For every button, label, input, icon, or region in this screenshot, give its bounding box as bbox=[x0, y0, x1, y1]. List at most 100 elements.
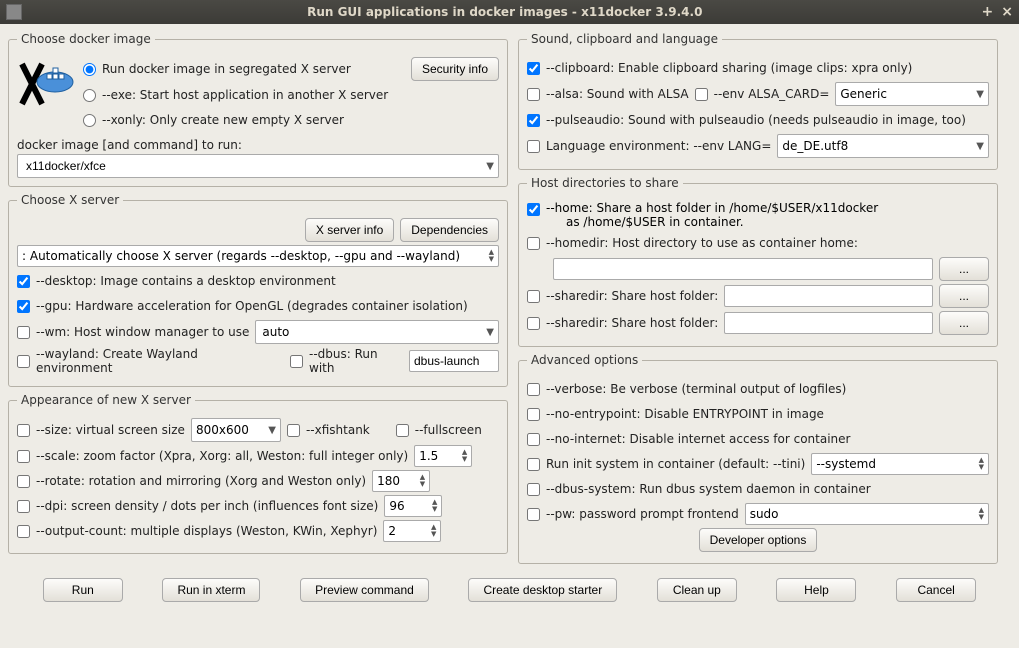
xfishtank-checkbox[interactable] bbox=[287, 424, 300, 437]
dbussys-label: --dbus-system: Run dbus system daemon in… bbox=[546, 482, 871, 496]
pulseaudio-checkbox[interactable] bbox=[527, 114, 540, 127]
wm-label: --wm: Host window manager to use bbox=[36, 325, 249, 339]
size-value: 800x600 bbox=[196, 423, 264, 437]
xserver-auto-select[interactable]: : Automatically choose X server (regards… bbox=[17, 245, 499, 267]
wm-combo[interactable]: auto ▼ bbox=[255, 320, 499, 344]
hostdirs-legend: Host directories to share bbox=[527, 176, 683, 190]
gpu-checkbox[interactable] bbox=[17, 300, 30, 313]
scale-value: 1.5 bbox=[419, 449, 462, 463]
init-checkbox[interactable] bbox=[527, 458, 540, 471]
appearance-legend: Appearance of new X server bbox=[17, 393, 195, 407]
chevron-down-icon[interactable]: ▼ bbox=[972, 141, 984, 152]
dpi-spinner[interactable]: 96 ▲▼ bbox=[384, 495, 442, 517]
docker-cmd-label: docker image [and command] to run: bbox=[17, 138, 499, 152]
chevron-down-icon[interactable]: ▼ bbox=[482, 327, 494, 338]
docker-image-combo[interactable]: ▼ bbox=[17, 154, 499, 178]
run-xterm-button[interactable]: Run in xterm bbox=[162, 578, 260, 602]
pw-select[interactable]: sudo ▲▼ bbox=[745, 503, 989, 525]
fullscreen-checkbox[interactable] bbox=[396, 424, 409, 437]
chevron-down-icon[interactable]: ▼ bbox=[972, 89, 984, 100]
init-select[interactable]: --systemd ▲▼ bbox=[811, 453, 989, 475]
verbose-label: --verbose: Be verbose (terminal output o… bbox=[546, 382, 846, 396]
lang-label: Language environment: --env LANG= bbox=[546, 139, 771, 153]
run-button[interactable]: Run bbox=[43, 578, 123, 602]
nointernet-label: --no-internet: Disable internet access f… bbox=[546, 432, 850, 446]
dependencies-button[interactable]: Dependencies bbox=[400, 218, 499, 242]
rotate-label: --rotate: rotation and mirroring (Xorg a… bbox=[36, 474, 366, 488]
dbus-label: --dbus: Run with bbox=[309, 347, 403, 375]
rotate-value: 180 bbox=[377, 474, 420, 488]
xserver-info-button[interactable]: X server info bbox=[305, 218, 394, 242]
pw-checkbox[interactable] bbox=[527, 508, 540, 521]
developer-options-button[interactable]: Developer options bbox=[699, 528, 818, 552]
gpu-label: --gpu: Hardware acceleration for OpenGL … bbox=[36, 299, 468, 313]
chevron-down-icon[interactable]: ▼ bbox=[482, 161, 494, 172]
noentry-checkbox[interactable] bbox=[527, 408, 540, 421]
scale-spinner[interactable]: 1.5 ▲▼ bbox=[414, 445, 472, 467]
advanced-options-group: Advanced options --verbose: Be verbose (… bbox=[518, 353, 998, 564]
help-button[interactable]: Help bbox=[776, 578, 856, 602]
minimize-icon[interactable]: + bbox=[982, 4, 994, 20]
size-checkbox[interactable] bbox=[17, 424, 30, 437]
homedir-checkbox[interactable] bbox=[527, 237, 540, 250]
homedir-input[interactable] bbox=[553, 258, 933, 280]
rotate-checkbox[interactable] bbox=[17, 475, 30, 488]
create-starter-button[interactable]: Create desktop starter bbox=[468, 578, 617, 602]
dpi-label: --dpi: screen density / dots per inch (i… bbox=[36, 499, 378, 513]
sharedir1-label: --sharedir: Share host folder: bbox=[546, 289, 718, 303]
dbussys-checkbox[interactable] bbox=[527, 483, 540, 496]
security-info-button[interactable]: Security info bbox=[411, 57, 499, 81]
clipboard-checkbox[interactable] bbox=[527, 62, 540, 75]
homedir-browse-button[interactable]: ... bbox=[939, 257, 989, 281]
alsa-card-combo[interactable]: Generic ▼ bbox=[835, 82, 989, 106]
dpi-checkbox[interactable] bbox=[17, 500, 30, 513]
sharedir2-browse-button[interactable]: ... bbox=[939, 311, 989, 335]
output-count-label: --output-count: multiple displays (Westo… bbox=[36, 524, 377, 538]
dbus-input[interactable] bbox=[409, 350, 499, 372]
lang-combo[interactable]: de_DE.utf8 ▼ bbox=[777, 134, 989, 158]
choose-image-legend: Choose docker image bbox=[17, 32, 155, 46]
nointernet-checkbox[interactable] bbox=[527, 433, 540, 446]
sharedir1-input[interactable] bbox=[724, 285, 933, 307]
sharedir2-checkbox[interactable] bbox=[527, 317, 540, 330]
preview-command-button[interactable]: Preview command bbox=[300, 578, 429, 602]
xfishtank-label: --xfishtank bbox=[306, 423, 370, 437]
alsa-card-checkbox[interactable] bbox=[695, 88, 708, 101]
home-label-line2: as /home/$USER in container. bbox=[566, 215, 878, 229]
wayland-checkbox[interactable] bbox=[17, 355, 30, 368]
output-count-spinner[interactable]: 2 ▲▼ bbox=[383, 520, 441, 542]
cleanup-button[interactable]: Clean up bbox=[657, 578, 737, 602]
wm-value: auto bbox=[260, 325, 482, 339]
wayland-label: --wayland: Create Wayland environment bbox=[36, 347, 268, 375]
home-checkbox[interactable] bbox=[527, 203, 540, 216]
xserver-legend: Choose X server bbox=[17, 193, 123, 207]
radio-exe-label: --exe: Start host application in another… bbox=[102, 88, 388, 102]
alsa-card-label: --env ALSA_CARD= bbox=[714, 87, 830, 101]
output-count-checkbox[interactable] bbox=[17, 525, 30, 538]
radio-xonly[interactable] bbox=[83, 114, 96, 127]
radio-exe[interactable] bbox=[83, 89, 96, 102]
sound-legend: Sound, clipboard and language bbox=[527, 32, 722, 46]
lang-checkbox[interactable] bbox=[527, 140, 540, 153]
close-icon[interactable]: × bbox=[1001, 4, 1013, 20]
radio-segregated[interactable] bbox=[83, 63, 96, 76]
verbose-checkbox[interactable] bbox=[527, 383, 540, 396]
docker-image-input[interactable] bbox=[22, 156, 482, 176]
homedir-label: --homedir: Host directory to use as cont… bbox=[546, 236, 858, 250]
dbus-checkbox[interactable] bbox=[290, 355, 303, 368]
sharedir1-browse-button[interactable]: ... bbox=[939, 284, 989, 308]
size-combo[interactable]: 800x600 ▼ bbox=[191, 418, 281, 442]
wm-checkbox[interactable] bbox=[17, 326, 30, 339]
app-icon bbox=[6, 4, 22, 20]
chevron-down-icon[interactable]: ▼ bbox=[264, 425, 276, 436]
sharedir2-input[interactable] bbox=[724, 312, 933, 334]
scale-checkbox[interactable] bbox=[17, 450, 30, 463]
home-label-line1: --home: Share a host folder in /home/$US… bbox=[546, 201, 878, 215]
sharedir1-checkbox[interactable] bbox=[527, 290, 540, 303]
cancel-button[interactable]: Cancel bbox=[896, 578, 976, 602]
radio-segregated-label: Run docker image in segregated X server bbox=[102, 62, 351, 76]
size-label: --size: virtual screen size bbox=[36, 423, 185, 437]
desktop-checkbox[interactable] bbox=[17, 275, 30, 288]
alsa-checkbox[interactable] bbox=[527, 88, 540, 101]
rotate-spinner[interactable]: 180 ▲▼ bbox=[372, 470, 430, 492]
